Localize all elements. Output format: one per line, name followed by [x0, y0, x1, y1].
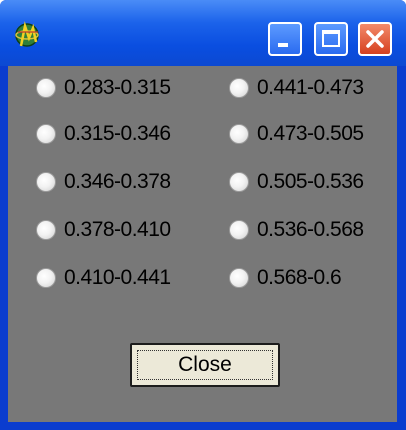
radio-option-label: 0.505-0.536	[257, 170, 364, 193]
radio-option-label: 0.346-0.378	[64, 170, 171, 193]
radio-button-icon[interactable]	[229, 268, 249, 288]
radio-option-label: 0.283-0.315	[64, 76, 171, 99]
title-bar[interactable]	[0, 0, 406, 66]
maximize-button[interactable]	[314, 22, 348, 56]
radio-option-label: 0.378-0.410	[64, 218, 171, 241]
radio-option[interactable]: 0.536-0.568	[229, 215, 364, 245]
radio-button-icon[interactable]	[36, 220, 56, 240]
radio-option-label: 0.441-0.473	[257, 76, 364, 99]
radio-option-label: 0.410-0.441	[64, 266, 171, 289]
minimize-icon	[278, 43, 288, 47]
close-icon	[366, 30, 384, 48]
radio-button-icon[interactable]	[36, 172, 56, 192]
radio-button-icon[interactable]	[229, 220, 249, 240]
radio-option-label: 0.536-0.568	[257, 218, 364, 241]
radio-option[interactable]: 0.410-0.441	[36, 263, 171, 293]
radio-option-label: 0.568-0.6	[257, 266, 342, 289]
radio-option[interactable]: 0.378-0.410	[36, 215, 171, 245]
radio-option-label: 0.473-0.505	[257, 122, 364, 145]
window-frame-bottom	[0, 422, 406, 430]
close-button[interactable]: Close	[130, 343, 280, 387]
radio-option[interactable]: 0.505-0.536	[229, 167, 364, 197]
radio-button-icon[interactable]	[36, 78, 56, 98]
radio-button-icon[interactable]	[36, 124, 56, 144]
radio-option-label: 0.315-0.346	[64, 122, 171, 145]
radio-option[interactable]: 0.473-0.505	[229, 119, 364, 149]
dialog-client-area: 0.283-0.315 0.315-0.346 0.346-0.378 0.37…	[8, 66, 397, 422]
radio-option[interactable]: 0.315-0.346	[36, 119, 171, 149]
radio-button-icon[interactable]	[229, 124, 249, 144]
radio-button-icon[interactable]	[36, 268, 56, 288]
radio-button-icon[interactable]	[229, 172, 249, 192]
minimize-button[interactable]	[268, 22, 302, 56]
window-close-button[interactable]	[358, 22, 392, 56]
dialog-window: 0.283-0.315 0.315-0.346 0.346-0.378 0.37…	[0, 0, 406, 430]
app-icon	[12, 20, 44, 50]
radio-option[interactable]: 0.346-0.378	[36, 167, 171, 197]
maximize-icon	[322, 30, 340, 47]
radio-option[interactable]: 0.283-0.315	[36, 73, 171, 103]
radio-button-icon[interactable]	[229, 78, 249, 98]
radio-option[interactable]: 0.568-0.6	[229, 263, 342, 293]
radio-option[interactable]: 0.441-0.473	[229, 73, 364, 103]
